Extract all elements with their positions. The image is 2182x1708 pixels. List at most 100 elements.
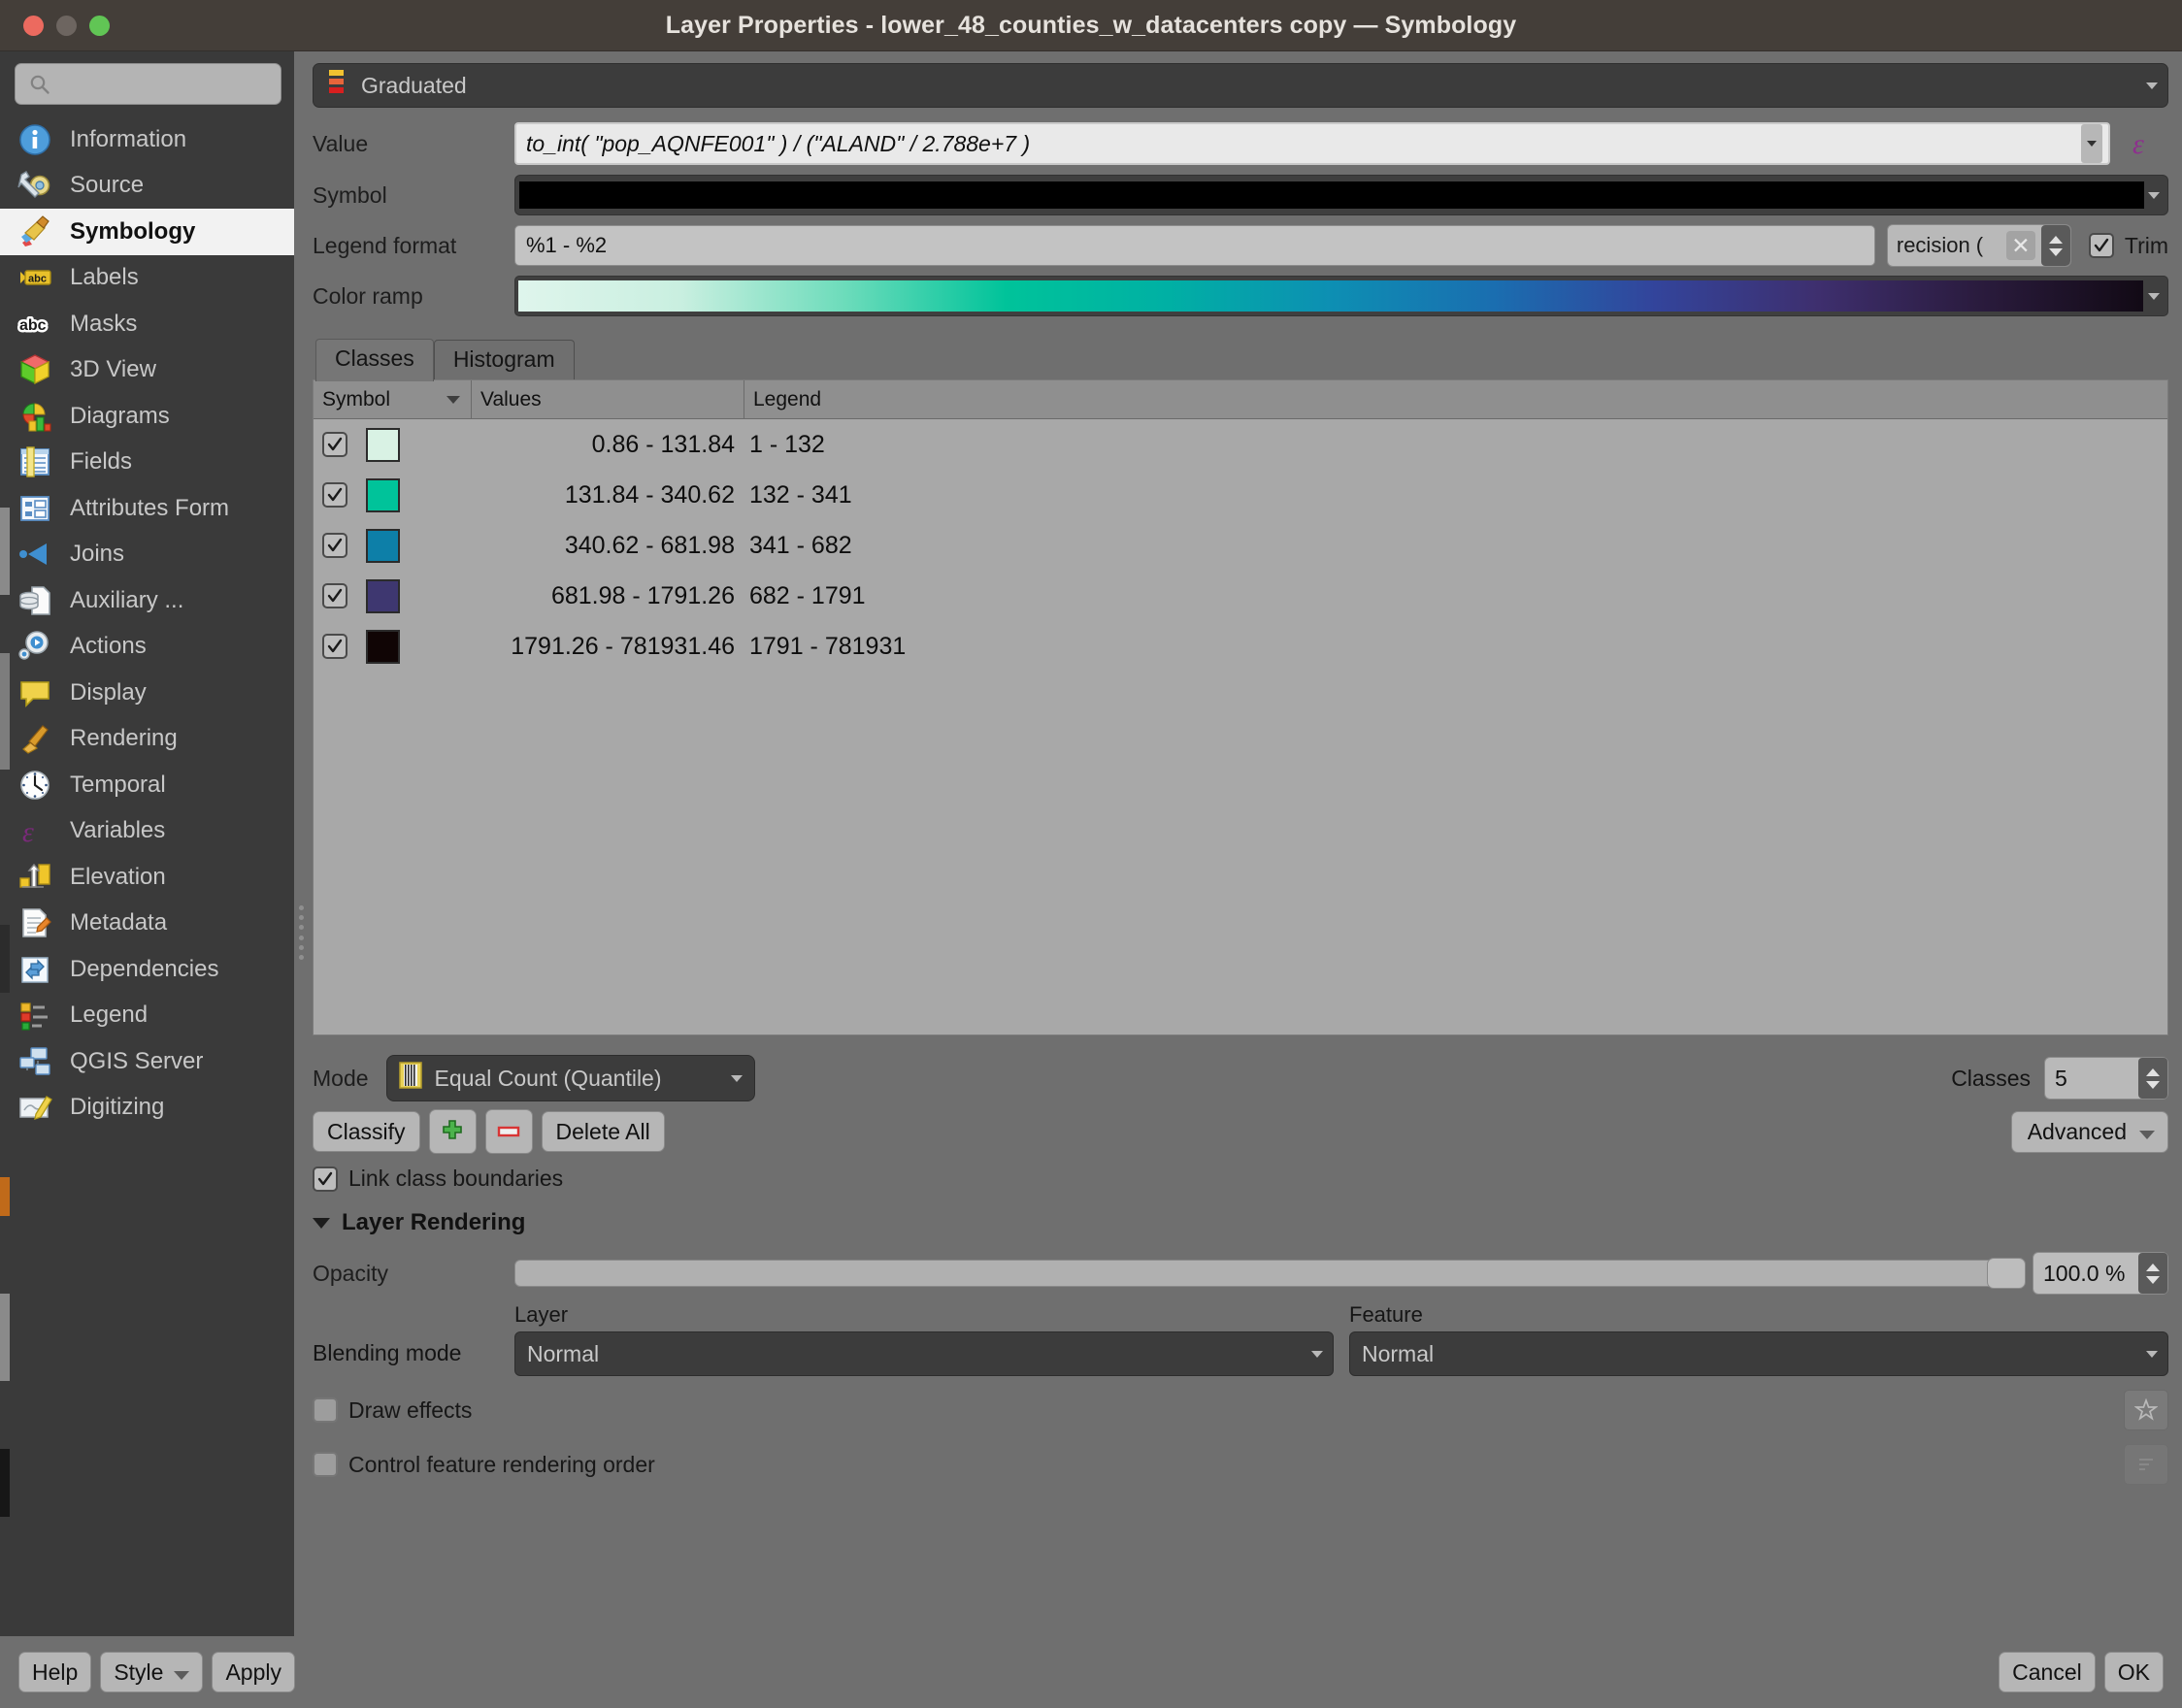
class-color-swatch[interactable] — [366, 428, 400, 462]
sidebar-item-display[interactable]: Display — [0, 670, 294, 716]
sidebar-item-digitizing[interactable]: Digitizing — [0, 1085, 294, 1132]
maximize-button[interactable] — [89, 16, 110, 36]
class-color-swatch[interactable] — [366, 529, 400, 563]
value-expression-field[interactable]: to_int( "pop_AQNFE001" ) / ("ALAND" / 2.… — [514, 122, 2110, 165]
opacity-spinbox[interactable]: 100.0 % — [2033, 1252, 2168, 1295]
sidebar-item-variables[interactable]: εVariables — [0, 808, 294, 855]
class-visibility-checkbox[interactable] — [322, 634, 347, 659]
rendering-order-settings-button[interactable] — [2124, 1444, 2168, 1485]
classes-count-value: 5 — [2055, 1066, 2138, 1092]
class-visibility-checkbox[interactable] — [322, 432, 347, 457]
class-legend-cell[interactable]: 1791 - 781931 — [744, 633, 2167, 661]
class-values-cell[interactable]: 681.98 - 1791.26 — [472, 582, 744, 610]
sidebar-item-3d-view[interactable]: 3D View — [0, 347, 294, 394]
mode-combo[interactable]: Equal Count (Quantile) — [386, 1055, 755, 1101]
sidebar-item-auxiliary[interactable]: Auxiliary ... — [0, 577, 294, 624]
column-header-legend[interactable]: Legend — [744, 380, 2167, 418]
delete-class-button[interactable] — [485, 1109, 533, 1154]
draw-effects-checkbox[interactable] — [313, 1397, 338, 1423]
search-box[interactable] — [15, 63, 281, 105]
sidebar-item-qgis-server[interactable]: QGIS Server — [0, 1038, 294, 1085]
class-legend-cell[interactable]: 1 - 132 — [744, 431, 2167, 459]
add-class-button[interactable] — [429, 1109, 477, 1154]
column-header-values[interactable]: Values — [472, 380, 744, 418]
class-visibility-checkbox[interactable] — [322, 533, 347, 558]
sidebar-item-symbology[interactable]: Symbology — [0, 209, 294, 255]
close-button[interactable] — [23, 16, 44, 36]
symbol-color-swatch — [519, 181, 2144, 209]
tab-classes[interactable]: Classes — [315, 339, 434, 381]
panel-splitter-handle[interactable] — [297, 905, 306, 960]
table-row[interactable]: 0.86 - 131.841 - 132 — [314, 419, 2167, 470]
class-legend-cell[interactable]: 682 - 1791 — [744, 582, 2167, 610]
expression-editor-button[interactable]: ε — [2120, 121, 2168, 166]
opacity-stepper[interactable] — [2138, 1253, 2167, 1294]
renderer-type-combo[interactable]: Graduated — [313, 63, 2168, 108]
legend-format-input[interactable]: %1 - %2 — [514, 225, 1875, 266]
sidebar-item-dependencies[interactable]: Dependencies — [0, 946, 294, 993]
class-values-cell[interactable]: 131.84 - 340.62 — [472, 481, 744, 509]
column-header-symbol[interactable]: Symbol — [314, 380, 472, 418]
chevron-down-icon[interactable] — [2144, 192, 2164, 199]
feature-blend-combo[interactable]: Normal — [1349, 1331, 2168, 1376]
link-class-boundaries-checkbox[interactable] — [313, 1166, 338, 1192]
classify-button[interactable]: Classify — [313, 1111, 420, 1152]
layer-rendering-header[interactable]: Layer Rendering — [313, 1209, 2168, 1236]
class-legend-cell[interactable]: 132 - 341 — [744, 481, 2167, 509]
cancel-button[interactable]: Cancel — [1999, 1652, 2096, 1692]
class-values-cell[interactable]: 340.62 - 681.98 — [472, 532, 744, 560]
minimize-button[interactable] — [56, 16, 77, 36]
table-row[interactable]: 681.98 - 1791.26682 - 1791 — [314, 571, 2167, 621]
sidebar-item-diagrams[interactable]: Diagrams — [0, 393, 294, 440]
sidebar-item-joins[interactable]: Joins — [0, 532, 294, 578]
sidebar-item-elevation[interactable]: Elevation — [0, 854, 294, 901]
ok-button[interactable]: OK — [2104, 1652, 2164, 1692]
color-ramp-combo[interactable] — [514, 276, 2168, 316]
class-values-cell[interactable]: 1791.26 - 781931.46 — [472, 633, 744, 661]
control-rendering-order-checkbox[interactable] — [313, 1452, 338, 1477]
table-row[interactable]: 1791.26 - 781931.461791 - 781931 — [314, 621, 2167, 672]
class-legend-cell[interactable]: 341 - 682 — [744, 532, 2167, 560]
help-button[interactable]: Help — [18, 1652, 91, 1692]
class-visibility-checkbox[interactable] — [322, 583, 347, 608]
sidebar-item-masks[interactable]: abcabcMasks — [0, 301, 294, 347]
tab-histogram[interactable]: Histogram — [434, 340, 575, 379]
opacity-slider-handle[interactable] — [1987, 1258, 2026, 1289]
sidebar-item-source[interactable]: Source — [0, 163, 294, 210]
class-visibility-checkbox[interactable] — [322, 482, 347, 508]
precision-stepper[interactable] — [2041, 225, 2070, 266]
sidebar-item-temporal[interactable]: Temporal — [0, 762, 294, 808]
draw-effects-settings-button[interactable] — [2124, 1390, 2168, 1430]
clear-icon[interactable]: ✕ — [2006, 231, 2035, 260]
sidebar-item-legend[interactable]: Legend — [0, 993, 294, 1039]
classes-stepper[interactable] — [2138, 1058, 2167, 1099]
sidebar-item-actions[interactable]: Actions — [0, 624, 294, 671]
search-input[interactable] — [56, 73, 281, 96]
class-color-swatch[interactable] — [366, 630, 400, 664]
table-row[interactable]: 340.62 - 681.98341 - 682 — [314, 520, 2167, 571]
opacity-slider[interactable] — [514, 1260, 2023, 1287]
sidebar-item-metadata[interactable]: Metadata — [0, 901, 294, 947]
trim-checkbox[interactable] — [2089, 233, 2114, 258]
table-row[interactable]: 131.84 - 340.62132 - 341 — [314, 470, 2167, 520]
sidebar-item-fields[interactable]: Fields — [0, 440, 294, 486]
classes-spinbox[interactable]: 5 — [2044, 1057, 2168, 1100]
class-color-swatch[interactable] — [366, 579, 400, 613]
sidebar-item-information[interactable]: Information — [0, 116, 294, 163]
precision-spinbox[interactable]: recision ( ✕ — [1887, 224, 2071, 267]
sidebar-item-rendering[interactable]: Rendering — [0, 716, 294, 763]
style-button[interactable]: Style — [100, 1652, 203, 1692]
value-dropdown-button[interactable] — [2081, 124, 2102, 163]
class-values-cell[interactable]: 0.86 - 131.84 — [472, 431, 744, 459]
sidebar-item-labels[interactable]: abcLabels — [0, 255, 294, 302]
background-sliver — [0, 1449, 10, 1517]
advanced-button[interactable]: Advanced — [2011, 1111, 2168, 1153]
sidebar-item-attributes-form[interactable]: Attributes Form — [0, 485, 294, 532]
chevron-down-icon[interactable] — [2143, 293, 2165, 300]
delete-all-button[interactable]: Delete All — [542, 1111, 665, 1152]
symbol-preview-button[interactable] — [514, 175, 2168, 215]
apply-button[interactable]: Apply — [212, 1652, 295, 1692]
joins-icon — [14, 535, 56, 574]
layer-blend-combo[interactable]: Normal — [514, 1331, 1334, 1376]
class-color-swatch[interactable] — [366, 478, 400, 512]
